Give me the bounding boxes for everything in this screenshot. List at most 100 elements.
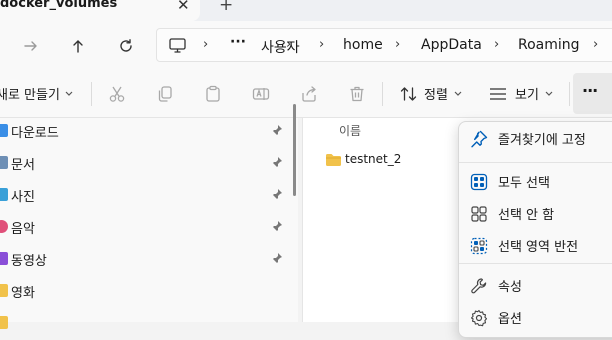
sidebar-item-label: 사진: [11, 190, 35, 205]
paste-icon: [206, 85, 220, 102]
breadcrumb-item[interactable]: home: [343, 37, 383, 53]
view-list-icon: [490, 87, 506, 100]
cut-icon: [109, 86, 125, 102]
breadcrumb-item[interactable]: Roaming: [518, 37, 580, 53]
menu-item-invert-selection[interactable]: 선택 영역 반전: [459, 230, 612, 260]
up-button[interactable]: [63, 21, 93, 70]
breadcrumb-item[interactable]: AppData: [421, 37, 482, 53]
toolbar-divider: [569, 82, 570, 106]
rename-icon: [252, 87, 270, 100]
sidebar-item-movies[interactable]: 영화: [0, 276, 290, 308]
delete-button[interactable]: [348, 70, 366, 117]
list-item[interactable]: testnet_2: [323, 150, 443, 172]
sidebar-item-label: 다운로드: [11, 126, 59, 141]
monitor-icon: [169, 38, 186, 53]
menu-separator: [459, 162, 612, 163]
menu-item-label: 옵션: [498, 312, 522, 327]
tab-strip: docker_volumes ✕ +: [0, 0, 612, 21]
new-button[interactable]: 새로 만들기: [0, 70, 73, 117]
pin-icon: [272, 221, 282, 232]
navigation-bar: › ··· › 사용자 › home › AppData › Roaming ›: [0, 21, 612, 70]
view-button[interactable]: 보기: [489, 70, 553, 117]
trash-icon: [350, 86, 364, 101]
forward-button[interactable]: [16, 21, 46, 70]
folder-icon: [0, 316, 8, 329]
see-more-menu: 즐겨찾기에 고정 모두 선택 선택 안 함 선택 영역 반전 속성 옵션: [458, 121, 612, 338]
sidebar-item-documents[interactable]: 문서: [0, 148, 290, 180]
see-more-button[interactable]: ···: [573, 73, 612, 114]
pictures-icon: [0, 188, 8, 201]
breadcrumb-chevron-icon: ›: [494, 37, 500, 52]
select-none-icon: [471, 206, 487, 222]
select-all-icon: [470, 173, 488, 191]
sort-label: 정렬: [424, 88, 448, 103]
sidebar-scrollbar[interactable]: [293, 104, 296, 196]
refresh-icon: [120, 38, 132, 52]
documents-icon: [0, 156, 8, 169]
sidebar-item-label: 영화: [11, 286, 35, 301]
menu-separator: [459, 263, 612, 264]
menu-item-select-none[interactable]: 선택 안 함: [459, 198, 612, 228]
chevron-down-icon: [545, 91, 553, 96]
sort-icon: [400, 86, 417, 101]
tab-docker-volumes[interactable]: docker_volumes ✕: [0, 0, 200, 21]
refresh-button[interactable]: [111, 21, 141, 70]
menu-item-label: 선택 안 함: [498, 208, 555, 223]
breadcrumb-chevron-icon: ›: [395, 37, 401, 52]
folder-icon: [326, 154, 341, 166]
breadcrumb-chevron-icon: ›: [319, 37, 325, 52]
wrench-icon: [471, 278, 487, 294]
toolbar-divider: [382, 82, 383, 106]
column-header-name[interactable]: 이름: [339, 122, 361, 139]
arrow-up-icon: [73, 39, 83, 53]
downloads-icon: [0, 124, 8, 137]
breadcrumb-item[interactable]: 사용자: [261, 37, 300, 57]
menu-item-label: 속성: [498, 280, 522, 295]
tab-title: docker_volumes: [0, 0, 118, 11]
pin-icon: [272, 189, 282, 200]
tab-close-icon[interactable]: ✕: [177, 0, 190, 14]
menu-item-label: 모두 선택: [498, 176, 550, 191]
menu-item-select-all[interactable]: 모두 선택: [459, 166, 612, 196]
pin-icon: [272, 253, 282, 264]
rename-button[interactable]: [252, 70, 270, 117]
sidebar-item-label: 문서: [11, 158, 35, 173]
menu-item-label: 즐겨찾기에 고정: [498, 133, 586, 148]
pin-icon: [272, 157, 282, 168]
sidebar-item-pictures[interactable]: 사진: [0, 180, 290, 212]
invert-selection-icon: [470, 237, 488, 255]
file-name: testnet_2: [345, 152, 402, 166]
menu-item-pin-to-quick-access[interactable]: 즐겨찾기에 고정: [459, 123, 612, 153]
cut-button[interactable]: [108, 70, 126, 117]
breadcrumb-chevron-icon: ›: [593, 37, 599, 52]
sidebar-item-label: 음악: [11, 222, 35, 237]
pin-icon: [471, 130, 488, 148]
new-tab-button[interactable]: +: [219, 0, 233, 15]
sidebar-item-videos[interactable]: 동영상: [0, 244, 290, 276]
copy-button[interactable]: [156, 70, 174, 117]
arrow-right-icon: [24, 40, 37, 51]
view-label: 보기: [515, 88, 539, 103]
paste-button[interactable]: [204, 70, 222, 117]
share-button[interactable]: [300, 70, 318, 117]
toolbar-divider: [91, 82, 92, 106]
copy-icon: [158, 85, 172, 102]
sidebar-item-music[interactable]: 음악: [0, 212, 290, 244]
menu-item-label: 선택 영역 반전: [498, 240, 579, 255]
menu-item-options[interactable]: 옵션: [459, 302, 612, 332]
share-icon: [302, 85, 316, 102]
sort-button[interactable]: 정렬: [400, 70, 462, 117]
sidebar-item-downloads[interactable]: 다운로드: [0, 116, 290, 148]
chevron-down-icon: [454, 91, 462, 96]
sidebar-item-label: 동영상: [11, 254, 47, 269]
menu-item-properties[interactable]: 속성: [459, 270, 612, 300]
more-icon: ···: [582, 81, 598, 100]
command-bar: 새로 만들기 정렬 보기 ···: [0, 70, 612, 118]
chevron-down-icon: [65, 91, 73, 96]
breadcrumb-overflow-button[interactable]: ···: [230, 34, 246, 50]
pin-icon: [272, 125, 282, 136]
address-bar[interactable]: › ··· › 사용자 › home › AppData › Roaming ›: [156, 28, 612, 62]
folder-icon: [0, 284, 8, 297]
sidebar-item-more[interactable]: [0, 308, 290, 340]
videos-icon: [0, 252, 8, 265]
